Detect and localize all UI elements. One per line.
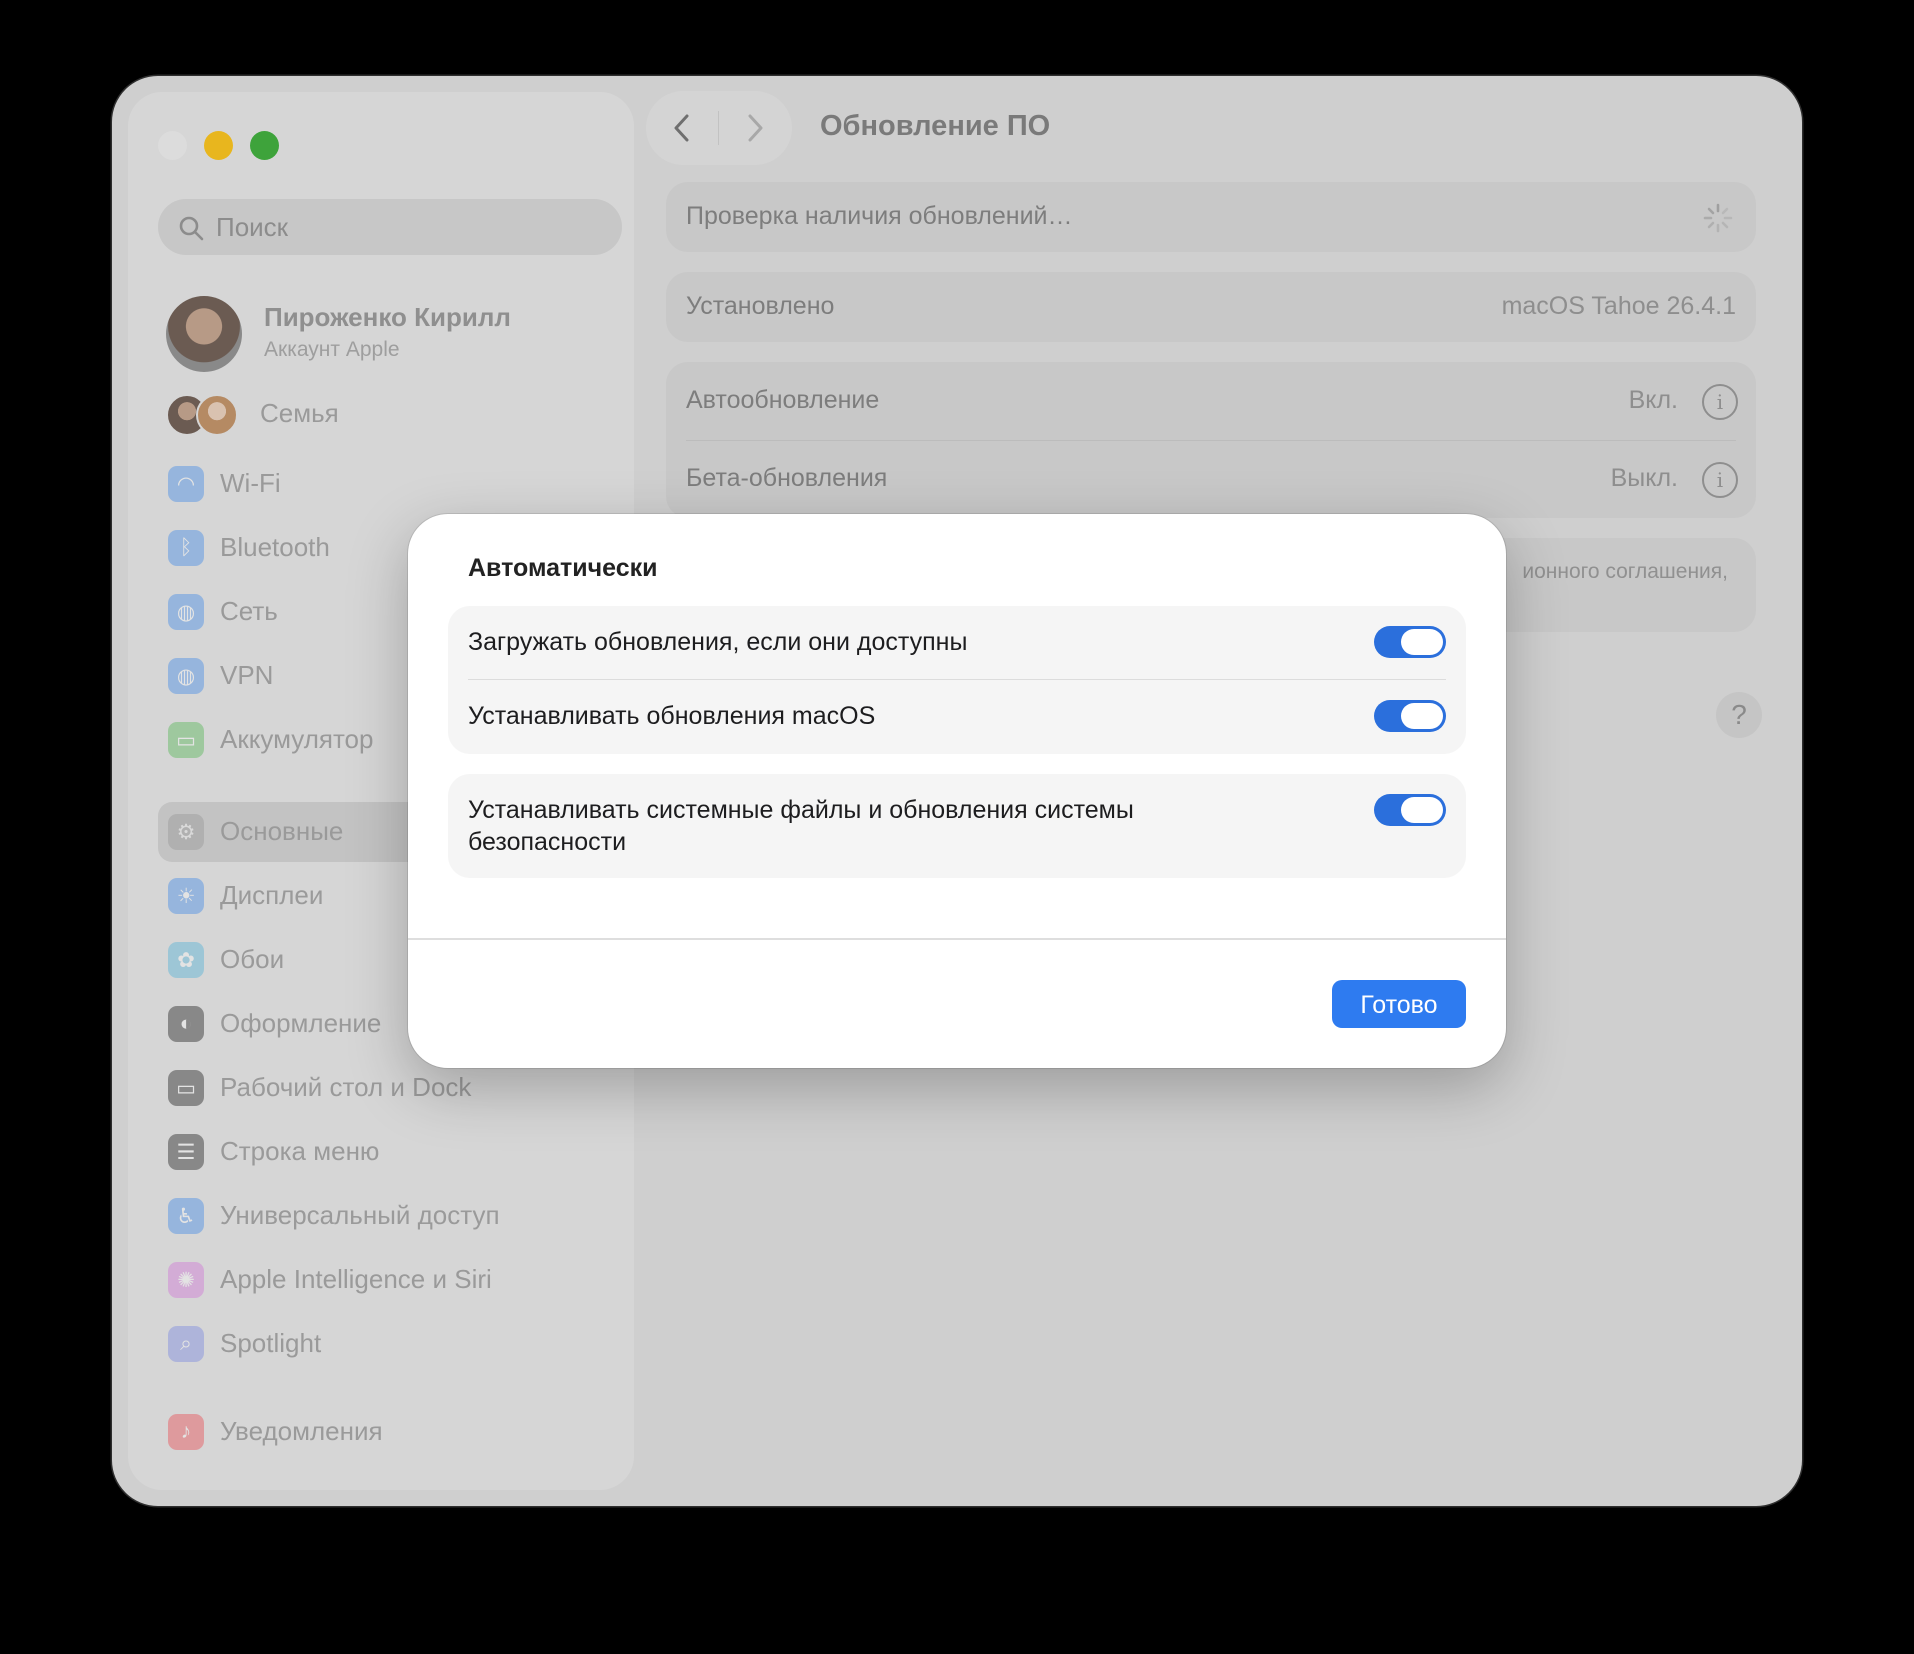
sidebar-item-label: Аккумулятор <box>220 724 374 754</box>
menubar-icon: ☰ <box>168 1134 204 1170</box>
sidebar-item-label: Уведомления <box>220 1416 383 1446</box>
sidebar-item-label: Рабочий стол и Dock <box>220 1072 472 1102</box>
update-settings-card: Автообновление Вкл. i Бета-обновления Вы… <box>666 362 1756 518</box>
sidebar-item-label: Оформление <box>220 1008 382 1038</box>
help-button[interactable]: ? <box>1716 692 1762 738</box>
sidebar-item[interactable]: ◠ Wi-Fi <box>158 454 622 514</box>
installed-card: Установлено macOS Tahoe 26.4.1 <box>666 272 1756 342</box>
sidebar-item-label: Дисплеи <box>220 880 324 910</box>
sidebar-item[interactable]: ☰ Строка меню <box>158 1122 622 1182</box>
chevron-right-icon <box>748 114 763 142</box>
sidebar-item-label: Apple Intelligence и Siri <box>220 1264 492 1294</box>
option-label: Загружать обновления, если они доступны <box>468 628 968 656</box>
account-subtitle: Аккаунт Apple <box>264 338 400 361</box>
zoom-button[interactable] <box>250 131 279 160</box>
wifi-icon: ◠ <box>168 466 204 502</box>
spinner-icon <box>1703 203 1733 233</box>
battery-icon: ▭ <box>168 722 204 758</box>
family-avatar <box>196 394 238 436</box>
flower-icon: ✿ <box>168 942 204 978</box>
family-item[interactable]: Семья <box>158 392 628 436</box>
sidebar-item-label: Spotlight <box>220 1328 322 1358</box>
dock-icon: ▭ <box>168 1070 204 1106</box>
option-install-macos: Устанавливать обновления macOS <box>468 700 1446 734</box>
gear-icon: ⚙ <box>168 814 204 850</box>
navigation-buttons <box>646 91 792 165</box>
sidebar-item[interactable]: ♪ Уведомления <box>158 1402 622 1462</box>
auto-update-value: Вкл. <box>1628 386 1678 414</box>
vpn-globe-icon: ◍ <box>168 658 204 694</box>
magnifier-icon: ⌕ <box>168 1326 204 1362</box>
sidebar-item-label: Универсальный доступ <box>220 1200 500 1230</box>
beta-update-value: Выкл. <box>1610 464 1678 492</box>
sidebar-item-label: Обои <box>220 944 285 974</box>
options-group-2: Устанавливать системные файлы и обновлен… <box>448 774 1466 878</box>
page-title: Обновление ПО <box>820 110 1051 142</box>
option-security: Устанавливать системные файлы и обновлен… <box>468 794 1446 860</box>
appearance-icon: ◐ <box>168 1006 204 1042</box>
checking-label: Проверка наличия обновлений… <box>686 202 1073 230</box>
install-macos-toggle[interactable] <box>1374 700 1446 732</box>
siri-icon: ✺ <box>168 1262 204 1298</box>
beta-update-info-icon[interactable]: i <box>1702 462 1738 498</box>
account-name: Пироженко Кирилл <box>264 302 511 332</box>
globe-icon: ◍ <box>168 594 204 630</box>
auto-update-dialog: Автоматически Загружать обновления, если… <box>408 514 1506 1068</box>
dialog-title: Автоматически <box>468 554 658 582</box>
done-button[interactable]: Готово <box>1332 980 1466 1028</box>
option-label: Устанавливать системные файлы и обновлен… <box>468 796 1134 856</box>
sidebar-item[interactable]: ⌕ Spotlight <box>158 1314 622 1374</box>
option-label: Устанавливать обновления macOS <box>468 702 876 730</box>
accessibility-icon: ♿ <box>168 1198 204 1234</box>
bell-icon: ♪ <box>168 1414 204 1450</box>
installed-label: Установлено <box>686 292 835 320</box>
bluetooth-icon: ᛒ <box>168 530 204 566</box>
search-icon <box>179 216 204 241</box>
sidebar-item[interactable]: ♿ Универсальный доступ <box>158 1186 622 1246</box>
beta-update-label: Бета-обновления <box>686 464 888 492</box>
license-text: ионного соглашения, <box>1522 560 1728 583</box>
sidebar-item-label: Сеть <box>220 596 278 626</box>
apple-account[interactable]: Пироженко Кирилл Аккаунт Apple <box>158 292 628 372</box>
sidebar-item-label: Bluetooth <box>220 532 330 562</box>
sun-icon: ☀ <box>168 878 204 914</box>
family-label: Семья <box>260 398 339 428</box>
chevron-left-icon <box>674 114 689 142</box>
search-placeholder: Поиск <box>216 212 289 242</box>
minimize-button[interactable] <box>204 131 233 160</box>
auto-update-label: Автообновление <box>686 386 880 414</box>
forward-button[interactable] <box>719 91 791 165</box>
avatar <box>166 296 242 372</box>
sidebar-item[interactable]: ✺ Apple Intelligence и Siri <box>158 1250 622 1310</box>
search-input[interactable]: Поиск <box>158 199 622 255</box>
update-check-card: Проверка наличия обновлений… <box>666 182 1756 252</box>
auto-update-info-icon[interactable]: i <box>1702 384 1738 420</box>
close-button[interactable] <box>158 131 187 160</box>
installed-value: macOS Tahoe 26.4.1 <box>1501 292 1736 320</box>
sidebar-item-label: Wi-Fi <box>220 468 281 498</box>
sidebar-item-label: Основные <box>220 816 344 846</box>
options-group-1: Загружать обновления, если они доступны … <box>448 606 1466 754</box>
sidebar-item-label: VPN <box>220 660 274 690</box>
sidebar-item-label: Строка меню <box>220 1136 380 1166</box>
security-toggle[interactable] <box>1374 794 1446 826</box>
option-download: Загружать обновления, если они доступны <box>468 626 1446 660</box>
back-button[interactable] <box>646 91 718 165</box>
download-toggle[interactable] <box>1374 626 1446 658</box>
